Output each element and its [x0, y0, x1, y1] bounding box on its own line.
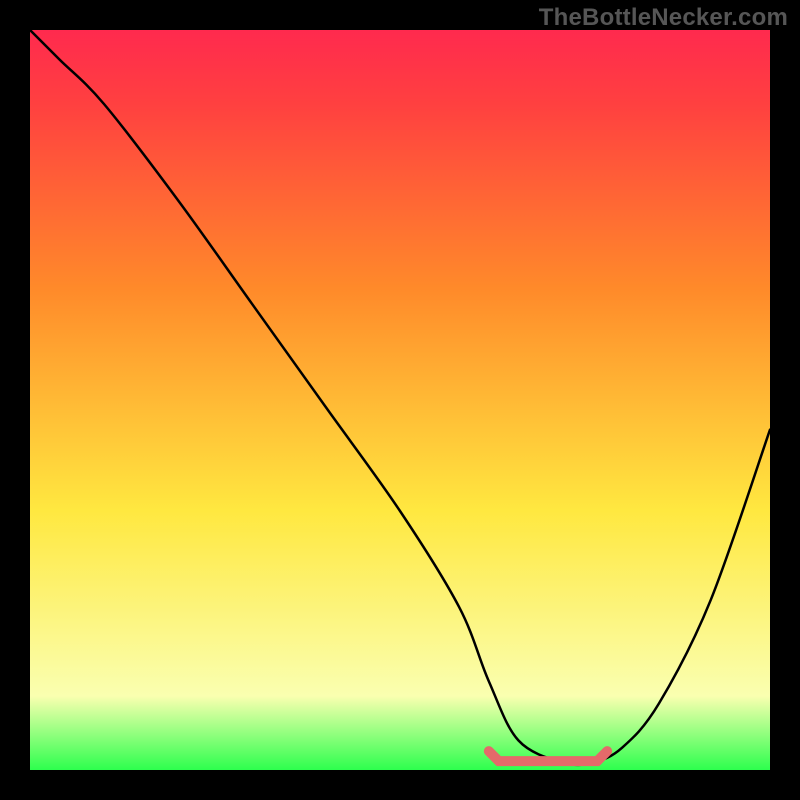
site-watermark: TheBottleNecker.com — [539, 4, 788, 32]
bottleneck-plot — [30, 30, 770, 770]
chart-frame: TheBottleNecker.com — [0, 0, 800, 800]
gradient-background — [30, 30, 770, 770]
